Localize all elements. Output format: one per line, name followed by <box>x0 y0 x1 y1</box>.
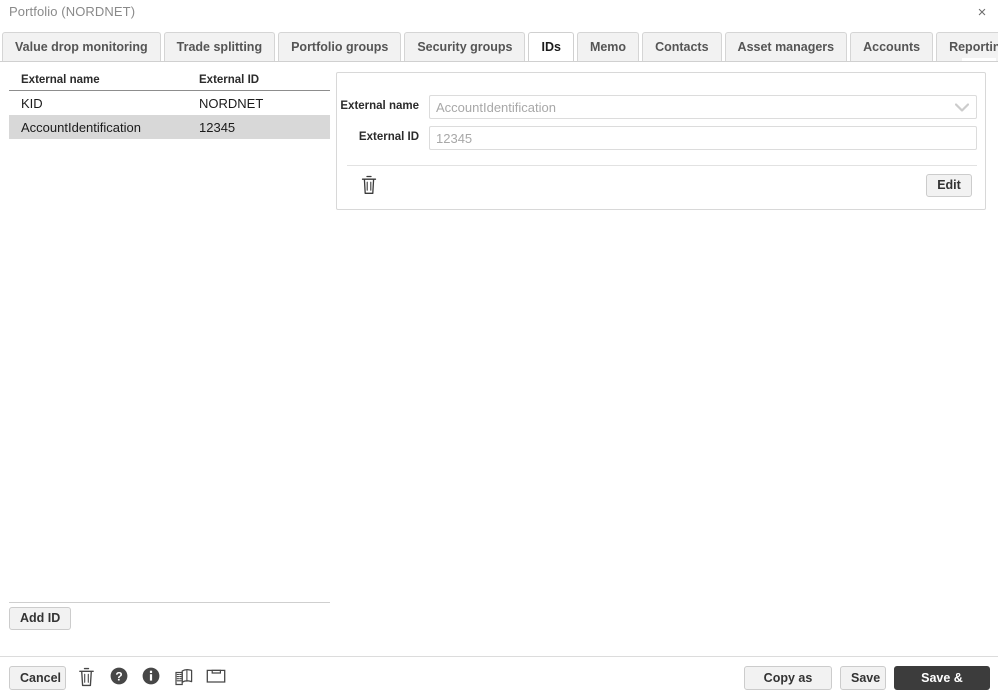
column-header-external-id: External ID <box>199 74 260 86</box>
field-row-external-id: External ID <box>337 126 987 152</box>
trash-icon[interactable] <box>78 667 96 687</box>
external-name-select[interactable] <box>429 95 977 119</box>
external-id-input[interactable] <box>429 126 977 150</box>
tab-memo[interactable]: Memo <box>576 32 640 61</box>
edit-button[interactable]: Edit <box>926 174 972 197</box>
portfolio-dialog: Portfolio (NORDNET) × Value drop monitor… <box>0 0 998 696</box>
tab-scroll-next-icon[interactable]: › <box>980 60 995 61</box>
tab-value-drop-monitoring[interactable]: Value drop monitoring <box>2 32 161 61</box>
cancel-button[interactable]: Cancel <box>9 666 66 690</box>
footer-toolbar: Cancel ? Copy as Save Save & <box>0 657 998 696</box>
tab-portfolio-groups[interactable]: Portfolio groups <box>278 32 402 61</box>
window-title: Portfolio (NORDNET) <box>9 4 136 19</box>
tab-reporting[interactable]: Reporting <box>936 32 998 61</box>
tab-accounts[interactable]: Accounts <box>850 32 934 61</box>
external-ids-list: External name External ID KID NORDNET Acco… <box>9 68 330 139</box>
list-header: External name External ID <box>9 68 330 91</box>
list-item[interactable]: KID NORDNET <box>9 91 330 115</box>
label-external-name: External name <box>340 100 419 112</box>
footer-icon-group: ? <box>78 667 226 687</box>
save-button[interactable]: Save <box>840 666 886 690</box>
cell-external-id: 12345 <box>199 119 236 135</box>
tab-scroll-controls: ‹› <box>962 58 996 61</box>
tab-bar: Value drop monitoring Trade splitting Port… <box>0 28 998 62</box>
field-row-external-name: External name <box>337 95 987 121</box>
column-header-external-name: External name <box>21 74 100 86</box>
save-and-close-button[interactable]: Save & close <box>894 666 990 696</box>
tab-trade-splitting[interactable]: Trade splitting <box>163 32 276 61</box>
footer-action-buttons: Copy as new Save Save & close <box>744 666 990 696</box>
cell-external-name: KID <box>21 95 43 111</box>
folder-icon[interactable] <box>206 667 226 687</box>
close-icon[interactable]: × <box>972 3 992 23</box>
tab-ids[interactable]: IDs <box>528 32 574 61</box>
add-id-button[interactable]: Add ID <box>9 607 72 630</box>
info-circle-icon[interactable] <box>142 667 160 687</box>
list-bottom-divider <box>9 602 330 603</box>
report-book-icon[interactable] <box>174 667 193 687</box>
card-divider <box>347 165 977 166</box>
list-item[interactable]: AccountIdentification 12345 <box>9 115 330 139</box>
copy-as-new-button[interactable]: Copy as new <box>744 666 832 696</box>
cell-external-name: AccountIdentification <box>21 119 141 135</box>
tab-security-groups[interactable]: Security groups <box>404 32 526 61</box>
tab-asset-managers[interactable]: Asset managers <box>724 32 848 61</box>
id-detail-card: External name External ID <box>336 72 986 210</box>
delete-id-icon[interactable] <box>360 175 380 195</box>
tab-contacts[interactable]: Contacts <box>642 32 722 61</box>
help-circle-icon[interactable]: ? <box>110 667 128 687</box>
label-external-id: External ID <box>358 131 419 143</box>
svg-text:?: ? <box>115 669 122 683</box>
cell-external-id: NORDNET <box>199 95 264 111</box>
title-bar: Portfolio (NORDNET) × <box>0 0 998 28</box>
tab-scroll-prev-icon[interactable]: ‹ <box>964 60 979 61</box>
